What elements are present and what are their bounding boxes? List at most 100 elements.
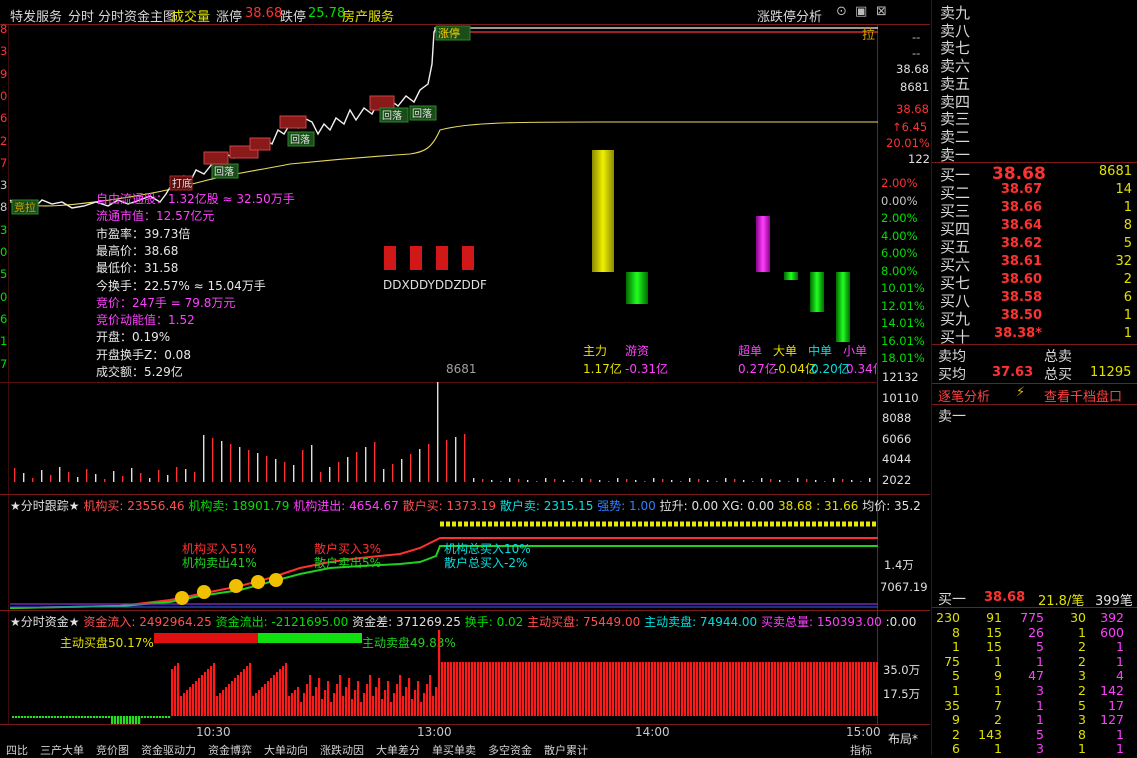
buy-level-row[interactable]: 买十 38.38* 1 bbox=[936, 326, 1136, 346]
bottom-tab[interactable]: 单买单卖 bbox=[432, 744, 476, 755]
tick-cell: 5 bbox=[1036, 639, 1044, 655]
bottom-tab[interactable]: 多空资金 bbox=[488, 744, 532, 755]
buy-level-row[interactable]: 买八 38.58 6 bbox=[936, 290, 1136, 310]
bottom-tab[interactable]: 四比 bbox=[6, 744, 28, 755]
fund-bar bbox=[681, 662, 684, 716]
bottom-right-label[interactable]: 指标 bbox=[850, 742, 872, 758]
bottom-tab[interactable]: 资金驱动力 bbox=[141, 744, 196, 755]
info-value: 1.52 bbox=[168, 313, 195, 328]
layout-button[interactable]: 布局* bbox=[888, 730, 918, 747]
fund-bar bbox=[789, 662, 792, 716]
tab-volume[interactable]: 成交量 bbox=[171, 6, 210, 25]
fund-bar bbox=[702, 662, 705, 716]
tick-analysis-tab[interactable]: 逐笔分析 bbox=[938, 386, 990, 405]
fund-bar bbox=[522, 662, 525, 716]
buy-avg-label: 买均 bbox=[938, 367, 966, 383]
view-depth-link[interactable]: 查看千档盘口 bbox=[1044, 386, 1122, 405]
tick-cell: 47 bbox=[1028, 668, 1044, 684]
stock-name[interactable]: 特发服务 bbox=[10, 6, 62, 25]
chaodan-bar bbox=[756, 216, 770, 272]
sector-link[interactable]: 房产服务 bbox=[342, 6, 394, 25]
fund-bar bbox=[747, 662, 750, 716]
fund-bar bbox=[642, 662, 645, 716]
info-row: 竞价：247手 = 79.8万元 bbox=[96, 294, 235, 311]
fund-bar bbox=[507, 662, 510, 716]
xiaodan-bar bbox=[836, 272, 850, 342]
window-icon[interactable]: ▣ bbox=[855, 4, 867, 19]
sell-level-row[interactable]: 卖六 bbox=[936, 55, 1136, 75]
fund-bar bbox=[282, 666, 285, 716]
fund-bar bbox=[399, 675, 402, 716]
tracking-right-bottom: 7067.19 bbox=[880, 580, 928, 594]
tracking-title[interactable]: ★分时跟踪★ bbox=[10, 499, 80, 513]
volume-bar bbox=[302, 450, 304, 482]
fund-bar bbox=[840, 662, 843, 716]
tab-main-chart[interactable]: 分时资金主图 bbox=[98, 6, 176, 25]
buy-level-volume: 32 bbox=[1115, 254, 1132, 269]
fund-bar bbox=[180, 696, 183, 716]
buy-level-row[interactable]: 买七 38.60 2 bbox=[936, 272, 1136, 292]
fund-bar bbox=[567, 662, 570, 716]
fund-bar bbox=[519, 662, 522, 716]
fund-bar bbox=[270, 678, 273, 716]
sell-level-row[interactable]: 卖二 bbox=[936, 126, 1136, 146]
fund-chart bbox=[12, 630, 878, 724]
flow-dadan-label: 大单 bbox=[773, 344, 798, 358]
fund-title[interactable]: ★分时资金★ bbox=[10, 615, 80, 629]
fund-bar bbox=[846, 662, 849, 716]
sell-level-row[interactable]: 卖四 bbox=[936, 91, 1136, 111]
bottom-tab[interactable]: 竞价图 bbox=[96, 744, 129, 755]
fund-right-mid: 17.5万 bbox=[883, 687, 921, 701]
tick-cell: 3 bbox=[1036, 683, 1044, 698]
fund-bar bbox=[417, 681, 420, 716]
fund-bar bbox=[780, 662, 783, 716]
tick-cell: 1 bbox=[1036, 697, 1044, 713]
buy-level-row[interactable]: 买一 38.68 8681 bbox=[936, 164, 1136, 184]
chevron-down-icon[interactable]: ⊙ bbox=[836, 4, 847, 19]
fund-bar bbox=[756, 662, 759, 716]
info-row: 今换手：22.57% ≈ 15.04万手 bbox=[96, 277, 266, 294]
fund-bar bbox=[561, 662, 564, 716]
bottom-tab[interactable]: 资金博弈 bbox=[208, 744, 252, 755]
sell-level-row[interactable]: 卖一 bbox=[936, 144, 1136, 164]
la-label: 拉 bbox=[862, 28, 876, 43]
limit-analysis-button[interactable]: 涨跌停分析 bbox=[757, 6, 822, 25]
fund-bar bbox=[177, 663, 180, 716]
buy-level-row[interactable]: 买六 38.61 32 bbox=[936, 254, 1136, 274]
sell-level-row[interactable]: 卖八 bbox=[936, 20, 1136, 40]
volume-bars bbox=[14, 382, 871, 482]
fund-bar bbox=[63, 716, 66, 718]
volume-bar bbox=[329, 467, 331, 482]
volume-bar bbox=[806, 479, 808, 482]
info-value: 12.57亿元 bbox=[156, 209, 215, 224]
buy-level-row[interactable]: 买四 38.64 8 bbox=[936, 218, 1136, 238]
buy-level-row[interactable]: 买二 38.67 14 bbox=[936, 182, 1136, 202]
sell-level-row[interactable]: 卖三 bbox=[936, 108, 1136, 128]
right-axis-price-now: 38.68 bbox=[896, 102, 929, 116]
sell-level-row[interactable]: 卖七 bbox=[936, 37, 1136, 57]
volume-bar bbox=[743, 480, 745, 482]
fund-bar bbox=[90, 716, 93, 718]
fund-bar bbox=[198, 678, 201, 716]
bottom-tab[interactable]: 大单动向 bbox=[264, 744, 308, 755]
fund-bar bbox=[162, 716, 165, 718]
bottom-tab[interactable]: 散户累计 bbox=[544, 744, 588, 755]
fund-bar bbox=[39, 716, 42, 718]
info-label: 最高价： bbox=[96, 243, 145, 258]
tick-cell: 3 bbox=[1078, 668, 1086, 684]
buy-level-row[interactable]: 买三 38.66 1 bbox=[936, 200, 1136, 220]
bottom-tab[interactable]: 大单差分 bbox=[376, 744, 420, 755]
fund-bar bbox=[843, 662, 846, 716]
bottom-tab[interactable]: 三产大单 bbox=[40, 744, 84, 755]
fund-bar bbox=[810, 662, 813, 716]
bottom-tab[interactable]: 涨跌动因 bbox=[320, 744, 364, 755]
sell-level-row[interactable]: 卖五 bbox=[936, 73, 1136, 93]
buy-level-row[interactable]: 买五 38.62 5 bbox=[936, 236, 1136, 256]
volume-bar bbox=[698, 479, 700, 482]
buy-level-row[interactable]: 买九 38.50 1 bbox=[936, 308, 1136, 328]
fund-bar bbox=[615, 662, 618, 716]
close-icon[interactable]: ⊠ bbox=[876, 4, 887, 19]
sell-level-row[interactable]: 卖九 bbox=[936, 2, 1136, 22]
tab-fenshi[interactable]: 分时 bbox=[68, 6, 94, 25]
tick-cell: 1 bbox=[1116, 726, 1124, 742]
